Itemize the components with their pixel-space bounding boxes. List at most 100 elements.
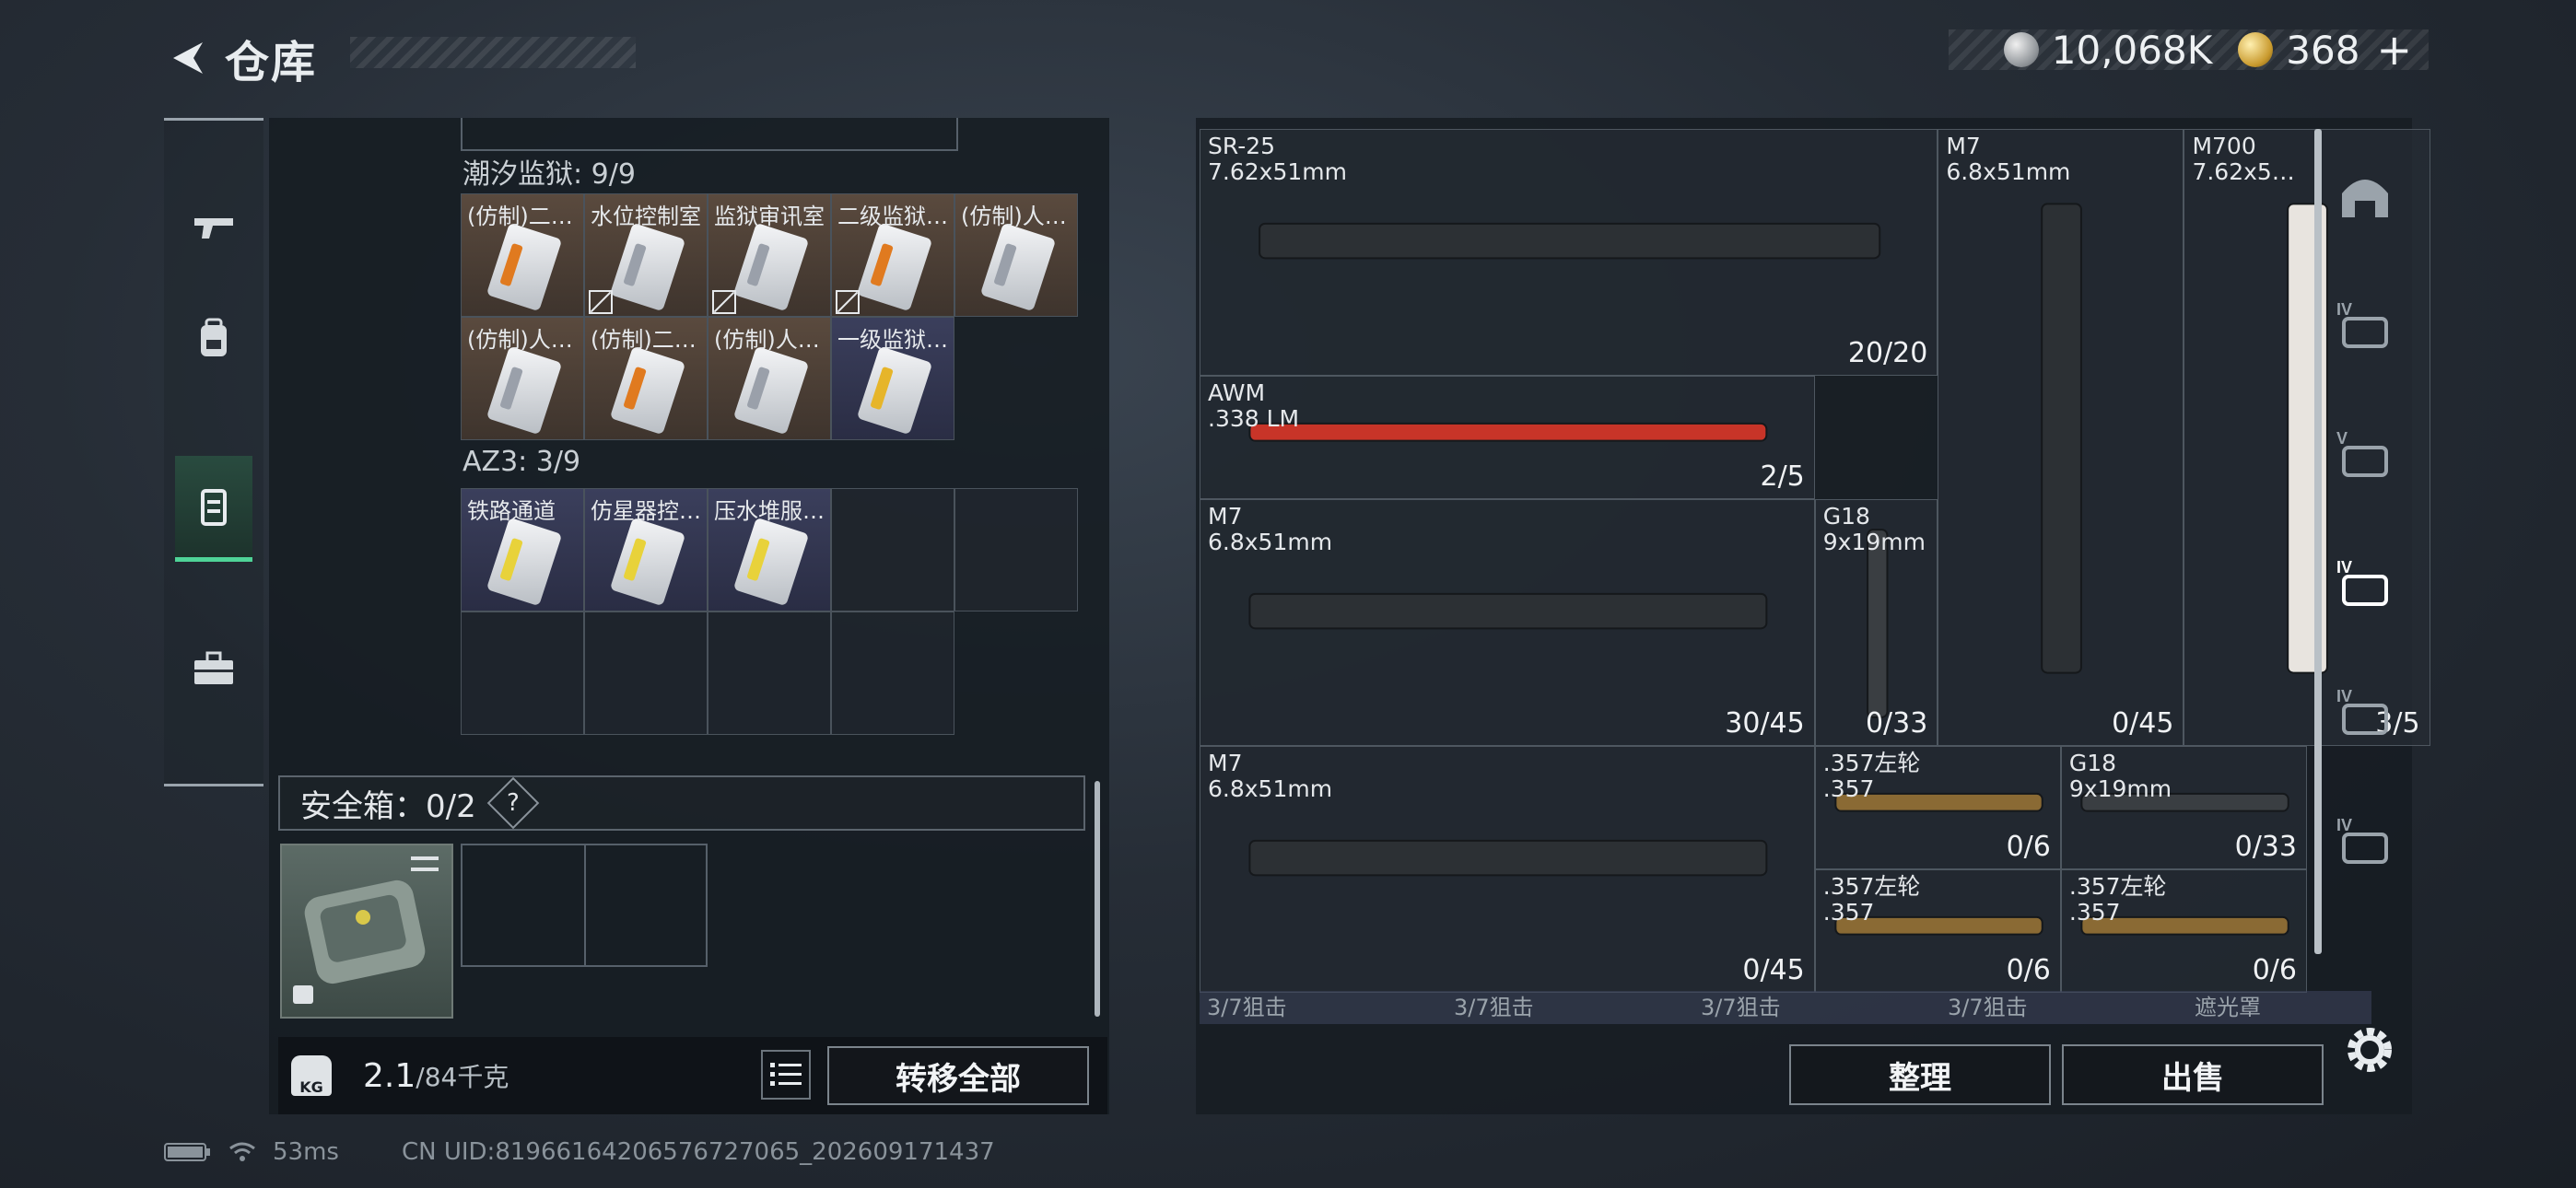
attachment-slot-label[interactable]: 3/7狙击 <box>1200 991 1446 1024</box>
silver-coin-icon <box>2003 32 2039 67</box>
prison-item-cell[interactable]: (仿制)二… <box>584 317 708 440</box>
az3-item-cell[interactable]: 仿星器控… <box>584 488 708 611</box>
transfer-all-button[interactable]: 转移全部 <box>827 1046 1089 1105</box>
weapon-name: G18 9x19mm <box>2068 750 2172 802</box>
keycard-icon <box>609 345 686 436</box>
attachment-slot-label[interactable]: 3/7狙击 <box>1940 991 2187 1024</box>
list-icon <box>770 1063 802 1086</box>
left-scrollbar[interactable] <box>1095 781 1100 1017</box>
nav-pistol[interactable] <box>175 176 252 277</box>
item-label: (仿制)二… <box>591 327 697 353</box>
weapon-slot[interactable]: G18 9x19mm 0/33 <box>1814 499 1938 746</box>
uid-text: CN UID:8196616420657672706​5_20260917143… <box>401 1138 995 1166</box>
helmet-filter-icon[interactable] <box>2333 166 2397 230</box>
weapon-slot[interactable]: M7 6.8x51mm 0/45 <box>1200 746 1815 993</box>
prison-item-cell[interactable]: (仿制)人… <box>954 193 1078 317</box>
tier-badge: IV <box>2336 816 2352 834</box>
prison-item-cell[interactable]: 一级监狱… <box>831 317 954 440</box>
untradeable-icon <box>836 290 860 314</box>
weight-current: 2.1 <box>363 1056 416 1095</box>
weapon-slot[interactable]: .357左轮 .357 0/6 <box>1814 869 2061 993</box>
keycard-icon <box>486 222 563 312</box>
ping-text: 53ms <box>273 1138 339 1166</box>
empty-slot[interactable] <box>584 611 708 735</box>
item-label: 压水堆服… <box>714 498 825 524</box>
filter-category-icon[interactable]: IV <box>2333 295 2397 359</box>
currency-bar: 10,068K 368 + <box>1948 25 2429 75</box>
keycard-icon <box>856 345 933 436</box>
empty-slot[interactable] <box>831 611 954 735</box>
nav-toolbox[interactable] <box>175 618 252 719</box>
az3-item-cell[interactable]: 压水堆服… <box>708 488 831 611</box>
filter-category-icon[interactable]: IV <box>2333 681 2397 746</box>
ammo-count: 2/5 <box>1760 460 1805 493</box>
ammo-count: 0/33 <box>1865 707 1928 740</box>
previous-section-cutoff <box>461 118 958 151</box>
toolbox-icon <box>194 651 233 684</box>
item-label: 二级监狱… <box>837 204 948 229</box>
nav-backpack[interactable] <box>175 288 252 390</box>
empty-slot[interactable] <box>461 611 584 735</box>
organize-button[interactable]: 整理 <box>1789 1044 2051 1105</box>
weapon-slot[interactable]: SR-25 7.62x51mm 20/20 <box>1200 129 1938 376</box>
weapon-name: M7 6.8x51mm <box>1208 503 1333 555</box>
back-arrow-icon[interactable] <box>166 37 208 79</box>
prison-item-cell[interactable]: 监狱审讯室 <box>708 193 831 317</box>
item-label: 铁路通道 <box>467 498 556 524</box>
weapon-slot[interactable]: G18 9x19mm 0/33 <box>2060 746 2307 869</box>
prison-item-cell[interactable]: (仿制)人… <box>708 317 831 440</box>
weapon-slot[interactable]: AWM .338 LM 2/5 <box>1200 376 1815 499</box>
weapon-slot[interactable]: M7 6.8x51mm 0/45 <box>1938 129 2184 746</box>
backpack-icon <box>201 318 227 356</box>
safe-case-item[interactable] <box>280 844 453 1019</box>
weapon-slot[interactable]: .357左轮 .357 0/6 <box>2060 869 2307 993</box>
item-label: 一级监狱… <box>837 327 948 353</box>
ammo-count: 0/33 <box>2234 831 2297 863</box>
settings-gear-icon[interactable] <box>2340 1020 2399 1079</box>
filter-category-icon[interactable]: V <box>2333 424 2397 488</box>
gold-amount: 368 <box>2286 27 2360 73</box>
filter-category-icon[interactable]: IV <box>2333 810 2397 875</box>
filter-category-icon[interactable]: IV <box>2333 553 2397 617</box>
attachment-slot-label[interactable]: 3/7狙击 <box>1446 991 1693 1024</box>
untradeable-icon <box>712 290 736 314</box>
nav-storage[interactable] <box>175 456 252 562</box>
safebox-header: 安全箱：0/2 ? <box>278 775 1085 831</box>
empty-slot[interactable] <box>954 488 1078 611</box>
keycard-icon <box>486 345 563 436</box>
untradeable-icon <box>589 290 613 314</box>
add-currency-button[interactable]: + <box>2376 25 2412 75</box>
list-view-button[interactable] <box>761 1050 811 1100</box>
weapon-slot[interactable]: M7 6.8x51mm 30/45 <box>1200 499 1815 746</box>
help-icon[interactable]: ? <box>486 776 540 830</box>
right-scrollbar[interactable] <box>2314 129 2322 954</box>
item-label: 仿星器控… <box>591 498 701 524</box>
keycard-icon <box>732 222 810 312</box>
weapon-slot[interactable]: .357左轮 .357 0/6 <box>1814 746 2061 869</box>
status-bar: 53ms CN UID:8196616420657672706​5_202609… <box>164 1138 995 1166</box>
empty-slot[interactable] <box>831 488 954 611</box>
keycard-icon <box>732 345 810 436</box>
weapon-name: G18 9x19mm <box>1822 503 1926 555</box>
section-label-az3: AZ3: 3/9 <box>463 446 581 478</box>
prison-item-cell[interactable]: (仿制)二… <box>461 193 584 317</box>
weapon-name: SR-25 7.62x51mm <box>1208 133 1347 185</box>
keycard-icon <box>732 517 810 607</box>
weapon-image <box>2041 203 2083 674</box>
gold-coin-icon <box>2238 32 2274 67</box>
keycard-icon <box>856 222 933 312</box>
tier-badge: IV <box>2336 558 2352 577</box>
az3-item-cell[interactable]: 铁路通道 <box>461 488 584 611</box>
ammo-count: 0/45 <box>2112 707 2174 740</box>
attachment-slot-label[interactable]: 3/7狙击 <box>1693 991 1940 1024</box>
prison-item-cell[interactable]: (仿制)人… <box>461 317 584 440</box>
weapon-name: .357左轮 .357 <box>1822 873 1921 926</box>
empty-slot[interactable] <box>708 611 831 735</box>
safebox-slots[interactable] <box>461 844 708 967</box>
silver-amount: 10,068K <box>2051 27 2213 73</box>
prison-item-cell[interactable]: 二级监狱… <box>831 193 954 317</box>
weapon-name: M7 6.8x51mm <box>1946 133 2071 185</box>
prison-item-cell[interactable]: 水位控制室 <box>584 193 708 317</box>
item-label: (仿制)人… <box>714 327 820 353</box>
sell-button[interactable]: 出售 <box>2062 1044 2324 1105</box>
